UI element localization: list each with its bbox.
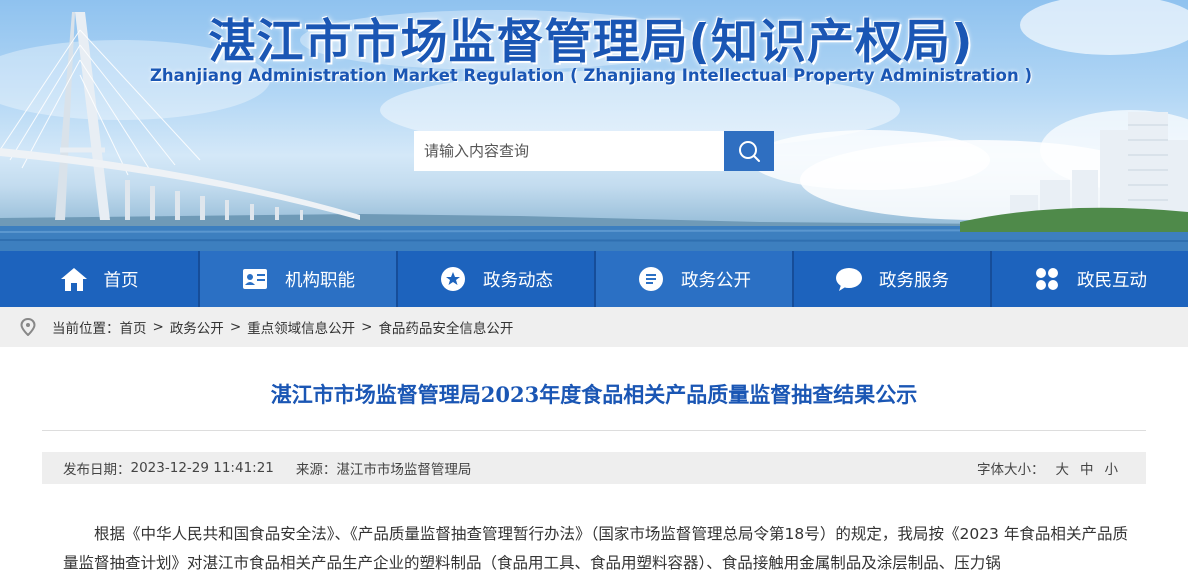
breadcrumb-separator: > [152,319,164,335]
font-size-medium-button[interactable]: 中 [1080,458,1094,478]
nav-item-home[interactable]: 首页 [0,251,198,307]
search-input[interactable] [414,131,724,171]
source-label: 来源： [295,462,337,478]
breadcrumb-separator: > [361,319,373,335]
nav-item-functions[interactable]: 机构职能 [198,251,396,307]
nav-item-label: 政民互动 [1077,270,1147,291]
nav-item-news[interactable]: 政务动态 [396,251,594,307]
article-title: 湛江市市场监督管理局2023年度食品相关产品质量监督抽查结果公示 [270,382,918,407]
document-list-icon [637,265,665,293]
article-body: 根据《中华人民共和国食品安全法》、《产品质量监督抽查管理暂行办法》（国家市场监督… [63,520,1128,578]
location-pin-icon [20,318,36,336]
breadcrumb: 当前位置： 首页 > 政务公开 > 重点领域信息公开 > 食品药品安全信息公开 [0,307,1188,347]
search-icon [739,141,760,162]
header-banner: 湛江市市场监督管理局(知识产权局) Zhanjiang Administrati… [0,0,1188,251]
font-size-control: 字体大小： 大 中 小 [977,458,1118,478]
breadcrumb-separator: > [229,319,242,335]
nav-item-services[interactable]: 政务服务 [792,251,990,307]
source-value: 湛江市市场监督管理局 [336,462,472,478]
breadcrumb-prefix: 当前位置： [52,321,120,337]
site-subtitle: Zhanjiang Administration Market Regulati… [0,66,1188,85]
site-title: 湛江市市场监督管理局(知识产权局) [0,3,1188,72]
nav-item-label: 政务动态 [483,270,553,291]
nav-item-label: 机构职能 [285,270,355,291]
star-circle-icon [439,265,467,293]
chat-bubble-icon [835,265,863,293]
id-card-icon [241,265,269,293]
article-meta-bar: 发布日期： 2023-12-29 11:41:21 来源： 湛江市市场监督管理局… [42,452,1146,484]
font-size-small-button[interactable]: 小 [1105,458,1119,478]
nav-item-label: 首页 [103,270,139,291]
breadcrumb-link-home[interactable]: 首页 [120,317,147,337]
nav-item-interaction[interactable]: 政民互动 [990,251,1188,307]
breadcrumb-link-key-areas[interactable]: 重点领域信息公开 [247,317,355,337]
site-title-cn: 湛江市市场监督管理局(知识产权局) [208,15,974,70]
nav-item-disclosure[interactable]: 政务公开 [594,251,792,307]
main-nav: 首页 机构职能 政务动态 政务公开 政务服务 政民互动 [0,251,1188,307]
publish-date: 2023-12-29 11:41:21 [130,460,274,476]
nav-item-label: 政务公开 [681,270,751,291]
grid-icon [1033,265,1061,293]
article-paragraph: 根据《中华人民共和国食品安全法》、《产品质量监督抽查管理暂行办法》（国家市场监督… [63,525,1128,572]
nav-item-label: 政务服务 [879,270,949,291]
search-bar [414,131,774,171]
site-title-en: Zhanjiang Administration Market Regulati… [149,66,1033,85]
font-size-label: 字体大小： [977,462,1045,478]
breadcrumb-link-food-drug[interactable]: 食品药品安全信息公开 [378,317,513,337]
search-button[interactable] [724,131,774,171]
publish-date-label: 发布日期： [63,462,131,478]
font-size-large-button[interactable]: 大 [1056,458,1070,478]
home-icon [60,265,88,293]
title-divider [42,430,1146,431]
breadcrumb-link-disclosure[interactable]: 政务公开 [170,317,224,337]
